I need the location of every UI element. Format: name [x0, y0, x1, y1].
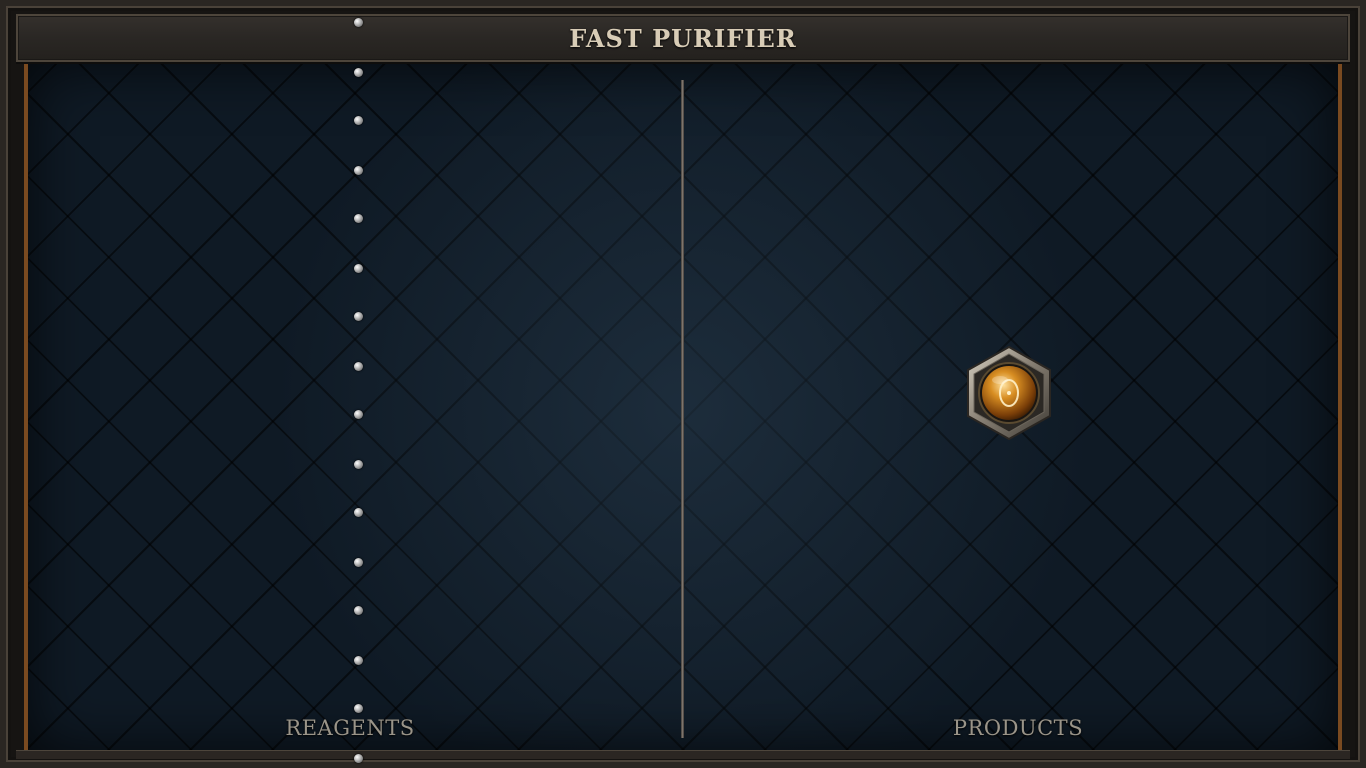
stud-icon — [354, 362, 363, 371]
bottom-frame — [16, 750, 1350, 759]
stud-icon — [354, 656, 363, 665]
stud-icon — [354, 264, 363, 273]
reagents-label: REAGENTS — [285, 716, 415, 740]
products-label: PRODUCTS — [952, 716, 1084, 740]
stud-icon — [354, 166, 363, 175]
stud-icon — [354, 704, 363, 713]
panel-divider — [681, 80, 684, 738]
product-item-slot[interactable] — [966, 345, 1052, 441]
stud-icon — [354, 754, 363, 763]
stud-icon — [354, 68, 363, 77]
stud-icon — [354, 508, 363, 517]
stud-icon — [354, 214, 363, 223]
orb-icon — [967, 345, 1051, 441]
stud-icon — [354, 606, 363, 615]
stud-icon — [354, 18, 363, 27]
stud-icon — [354, 558, 363, 567]
stud-icon — [354, 460, 363, 469]
stud-icon — [354, 116, 363, 125]
title-bar: FAST PURIFIER — [16, 14, 1350, 62]
window-title: FAST PURIFIER — [569, 23, 797, 53]
stud-icon — [354, 410, 363, 419]
stud-icon — [354, 312, 363, 321]
